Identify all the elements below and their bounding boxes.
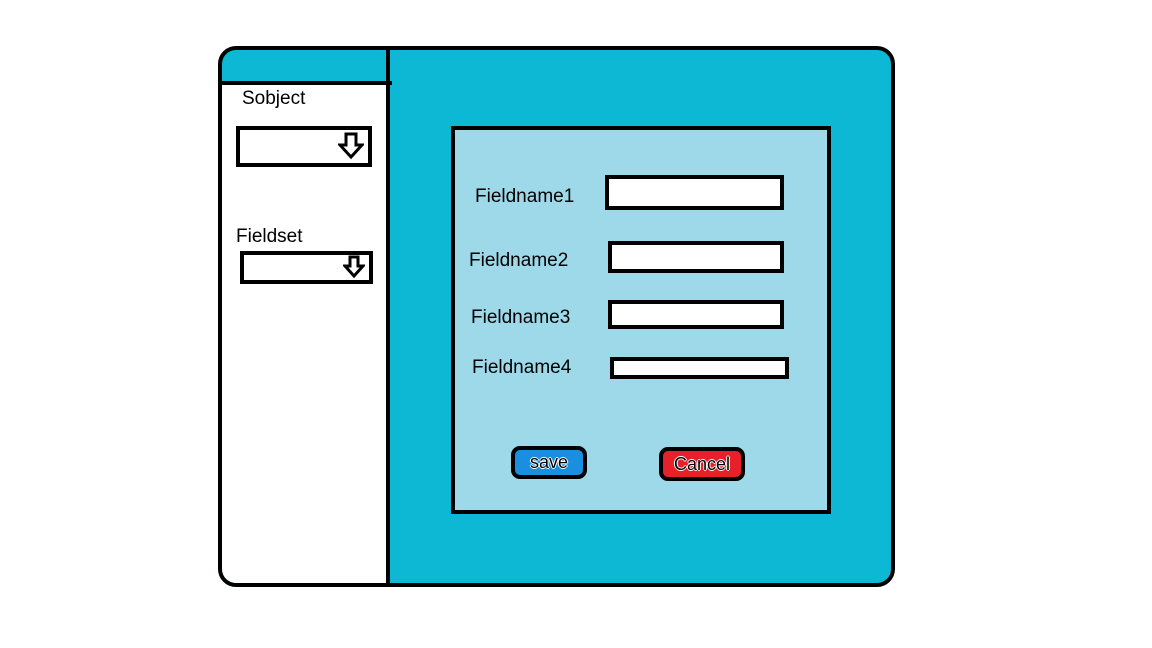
app-window: Sobject Fieldset Fieldname1 Fieldname2 F… [218,46,895,587]
save-button[interactable]: save [511,446,587,479]
fieldname3-label: Fieldname3 [471,307,571,328]
sidebar-divider [386,50,390,583]
record-form-panel: Fieldname1 Fieldname2 Fieldname3 Fieldna… [451,126,831,514]
sobject-select[interactable] [236,126,372,167]
cancel-button[interactable]: Cancel [659,447,745,481]
fieldset-label: Fieldset [236,226,303,247]
sidebar-header-divider [222,81,392,85]
sidebar: Sobject Fieldset [222,84,386,583]
arrow-down-icon [341,255,367,284]
arrow-down-icon [336,132,366,165]
fieldname2-label: Fieldname2 [469,250,569,271]
fieldname4-label: Fieldname4 [472,357,572,378]
fieldname1-input[interactable] [605,175,784,210]
fieldname4-input[interactable] [610,357,789,379]
fieldname2-input[interactable] [608,241,784,273]
fieldset-select[interactable] [240,251,373,284]
fieldname3-input[interactable] [608,300,784,329]
fieldname1-label: Fieldname1 [475,186,575,207]
sobject-label: Sobject [242,88,306,109]
